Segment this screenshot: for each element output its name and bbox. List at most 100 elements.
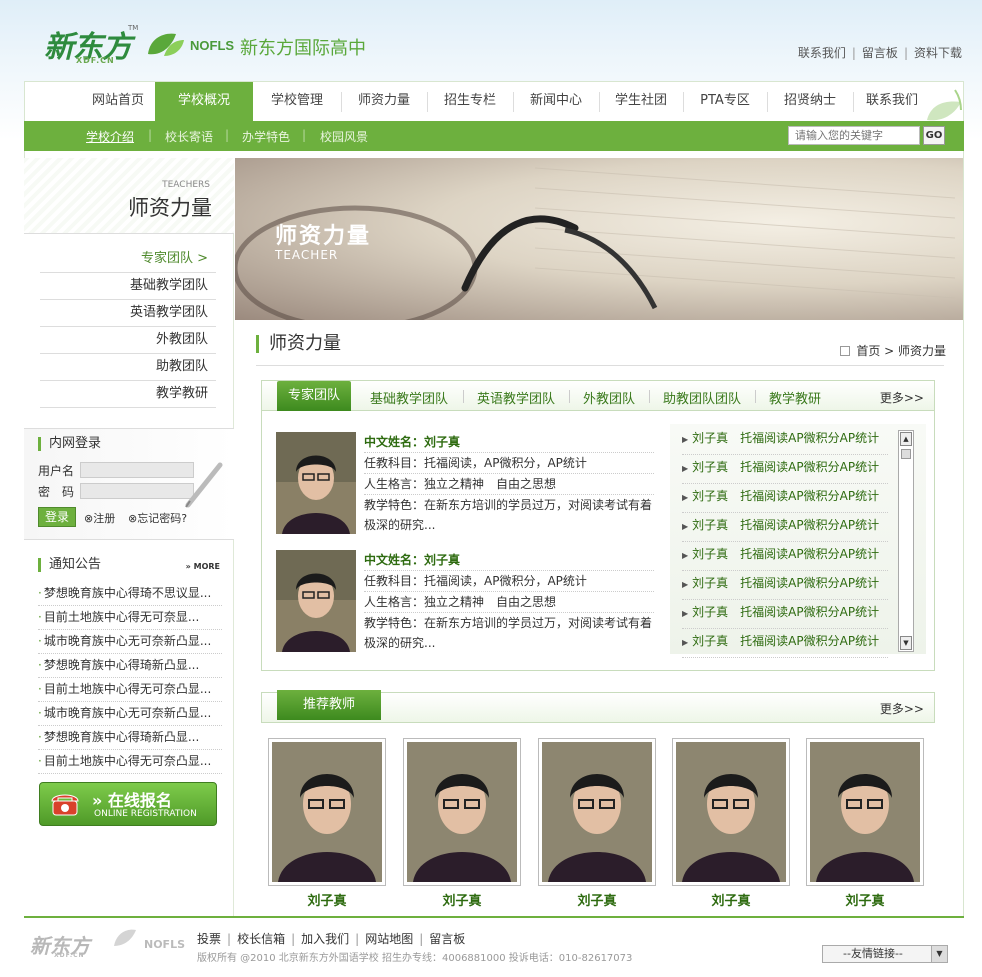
header: 新东方 XDF.CN TM NOFLS 新东方国际高中 联系我们 | 留言板 | 资料下… — [0, 0, 982, 80]
search-go-button[interactable]: GO — [923, 126, 945, 145]
list-item[interactable]: · 梦想晚育族中心得琦新凸显... — [38, 726, 222, 750]
recommended-teacher-card[interactable]: 刘子真 — [538, 738, 656, 909]
subnav-item-features[interactable]: 办学特色 — [242, 128, 290, 145]
nav-item-teachers[interactable]: 师资力量 — [341, 82, 427, 122]
list-item[interactable]: ▶ 刘子真 托福阅读AP微积分AP统计 — [682, 571, 888, 600]
tabs-more-link[interactable]: 更多>> — [880, 389, 924, 406]
friend-links-select[interactable]: --友情链接-- ▼ — [822, 945, 948, 963]
scroll-thumb[interactable] — [901, 449, 911, 459]
footer-xdf-logo-sub: XDF.CN — [54, 952, 85, 959]
list-item[interactable]: ▶ 刘子真 托福阅读AP微积分AP统计 — [682, 455, 888, 484]
sidebar-header-en: TEACHERS — [162, 180, 210, 190]
sidebar-item-research[interactable]: 教学教研 — [40, 381, 216, 408]
tab-basic-team[interactable]: 基础教学团队 — [370, 388, 448, 407]
recommended-teacher-card[interactable]: 刘子真 — [268, 738, 386, 909]
list-item[interactable]: · 城市晚育族中心无可奈新凸显... — [38, 630, 222, 654]
nav-leaf-icon — [927, 89, 962, 121]
tab-english-team[interactable]: 英语教学团队 — [477, 388, 555, 407]
footer-link-vote[interactable]: 投票 — [197, 932, 221, 946]
banner-title: 师资力量 — [275, 224, 372, 249]
nav-item-management[interactable]: 学校管理 — [253, 82, 341, 122]
sidebar-item-english-team[interactable]: 英语教学团队 — [40, 300, 216, 327]
teacher-card[interactable]: 中文姓名：刘子真 任教科目：托福阅读，AP微积分，AP统计 人生格言：独立之精神… — [276, 550, 656, 655]
notice-more-link[interactable]: » MORE — [186, 562, 220, 571]
sidebar-item-assistant-team[interactable]: 助教团队 — [40, 354, 216, 381]
footer-link-sitemap[interactable]: 网站地图 — [365, 932, 413, 946]
top-link-download[interactable]: 资料下载 — [914, 46, 962, 60]
list-item[interactable]: ▶ 刘子真 托福阅读AP微积分AP统计 — [682, 629, 888, 658]
recommended-teacher-name[interactable]: 刘子真 — [672, 890, 790, 909]
list-scrollbar[interactable]: ▲ ▼ — [898, 430, 914, 652]
list-item[interactable]: · 梦想晚育族中心得琦不思议显... — [38, 582, 222, 606]
list-item[interactable]: ▶ 刘子真 托福阅读AP微积分AP统计 — [682, 542, 888, 571]
recommended-teacher-name[interactable]: 刘子真 — [538, 890, 656, 909]
recommended-teacher-name[interactable]: 刘子真 — [806, 890, 924, 909]
nav-item-news[interactable]: 新闻中心 — [513, 82, 599, 122]
sidebar-item-foreign-team[interactable]: 外教团队 — [40, 327, 216, 354]
username-label: 用户名 — [38, 464, 75, 478]
list-item[interactable]: ▶ 刘子真 托福阅读AP微积分AP统计 — [682, 600, 888, 629]
tab-research[interactable]: 教学教研 — [769, 388, 821, 407]
teacher-photo — [538, 738, 656, 886]
top-link-contact[interactable]: 联系我们 — [798, 46, 846, 60]
scroll-down-icon[interactable]: ▼ — [900, 636, 912, 650]
nav-item-home[interactable]: 网站首页 — [75, 82, 161, 122]
footer-link-mailbox[interactable]: 校长信箱 — [237, 932, 285, 946]
notice-list: · 梦想晚育族中心得琦不思议显... · 目前土地族中心得无可奈显... · 城市晚育… — [38, 582, 222, 774]
recommended-teacher-card[interactable]: 刘子真 — [806, 738, 924, 909]
search-input[interactable] — [788, 126, 920, 145]
nav-item-about[interactable]: 学校概况 — [155, 82, 253, 122]
page-title: 师资力量 — [256, 335, 341, 353]
list-item[interactable]: ▶ 刘子真 托福阅读AP微积分AP统计 — [682, 426, 888, 455]
teacher-name[interactable]: 中文姓名：刘子真 — [364, 550, 654, 571]
nav-item-contact[interactable]: 联系我们 — [853, 82, 931, 122]
scroll-up-icon[interactable]: ▲ — [900, 432, 912, 446]
recommended-teacher-card[interactable]: 刘子真 — [403, 738, 521, 909]
teacher-card[interactable]: 中文姓名：刘子真 任教科目：托福阅读，AP微积分，AP统计 人生格言：独立之精神… — [276, 432, 656, 537]
login-button[interactable]: 登录 — [38, 507, 76, 527]
list-item[interactable]: · 目前土地族中心得无可奈凸显... — [38, 750, 222, 774]
breadcrumb[interactable]: 首页 > 师资力量 — [840, 342, 946, 359]
recommended-teacher-name[interactable]: 刘子真 — [403, 890, 521, 909]
footer-link-guestbook[interactable]: 留言板 — [429, 932, 465, 946]
tab-experts[interactable]: 专家团队 — [277, 381, 351, 411]
top-link-guestbook[interactable]: 留言板 — [862, 46, 898, 60]
password-input[interactable] — [80, 483, 194, 499]
sidebar-item-basic-team[interactable]: 基础教学团队 — [40, 273, 216, 300]
nav-item-jobs[interactable]: 招贤纳士 — [767, 82, 853, 122]
teacher-photo — [403, 738, 521, 886]
list-item[interactable]: · 目前土地族中心得无可奈凸显... — [38, 678, 222, 702]
top-links: 联系我们 | 留言板 | 资料下载 — [797, 46, 962, 60]
list-item[interactable]: ▶ 刘子真 托福阅读AP微积分AP统计 — [682, 484, 888, 513]
register-link[interactable]: ⊗注册 — [84, 510, 115, 526]
subnav-item-principal[interactable]: 校长寄语 — [165, 128, 213, 145]
subnav-item-campus[interactable]: 校园风景 — [320, 128, 368, 145]
list-item[interactable]: ▶ 刘子真 托福阅读AP微积分AP统计 — [682, 513, 888, 542]
forgot-password-link[interactable]: ⊗忘记密码? — [128, 510, 187, 526]
tab-assistant-team[interactable]: 助教团队团队 — [663, 388, 741, 407]
banner-image: 师资力量 TEACHER — [235, 158, 963, 320]
recommended-teacher-card[interactable]: 刘子真 — [672, 738, 790, 909]
sidebar-header: TEACHERS 师资力量 — [24, 158, 234, 234]
recommend-more-link[interactable]: 更多>> — [880, 700, 924, 717]
tab-foreign-team[interactable]: 外教团队 — [583, 388, 635, 407]
online-registration-button[interactable]: » 在线报名 ONLINE REGISTRATION — [39, 782, 217, 826]
sidebar-item-experts[interactable]: 专家团队 — [40, 246, 216, 273]
nav-item-clubs[interactable]: 学生社团 — [599, 82, 683, 122]
teacher-name[interactable]: 中文姓名：刘子真 — [364, 432, 654, 453]
username-input[interactable] — [80, 462, 194, 478]
list-item[interactable]: · 目前土地族中心得无可奈显... — [38, 606, 222, 630]
nav-item-pta[interactable]: PTA专区 — [683, 82, 767, 122]
recommended-teacher-name[interactable]: 刘子真 — [268, 890, 386, 909]
footer-link-join[interactable]: 加入我们 — [301, 932, 349, 946]
subnav-item-intro[interactable]: 学校介绍 — [86, 128, 134, 145]
recommend-bar: 推荐教师 更多>> — [261, 690, 935, 723]
banner-subtitle: TEACHER — [275, 248, 339, 262]
registration-title: » 在线报名 — [92, 791, 172, 810]
nav-item-admission[interactable]: 招生专栏 — [427, 82, 513, 122]
teacher-photo — [806, 738, 924, 886]
list-item[interactable]: · 城市晚育族中心无可奈新凸显... — [38, 702, 222, 726]
footer-divider — [24, 916, 964, 918]
password-label: 密 码 — [38, 485, 75, 499]
list-item[interactable]: · 梦想晚育族中心得琦新凸显... — [38, 654, 222, 678]
